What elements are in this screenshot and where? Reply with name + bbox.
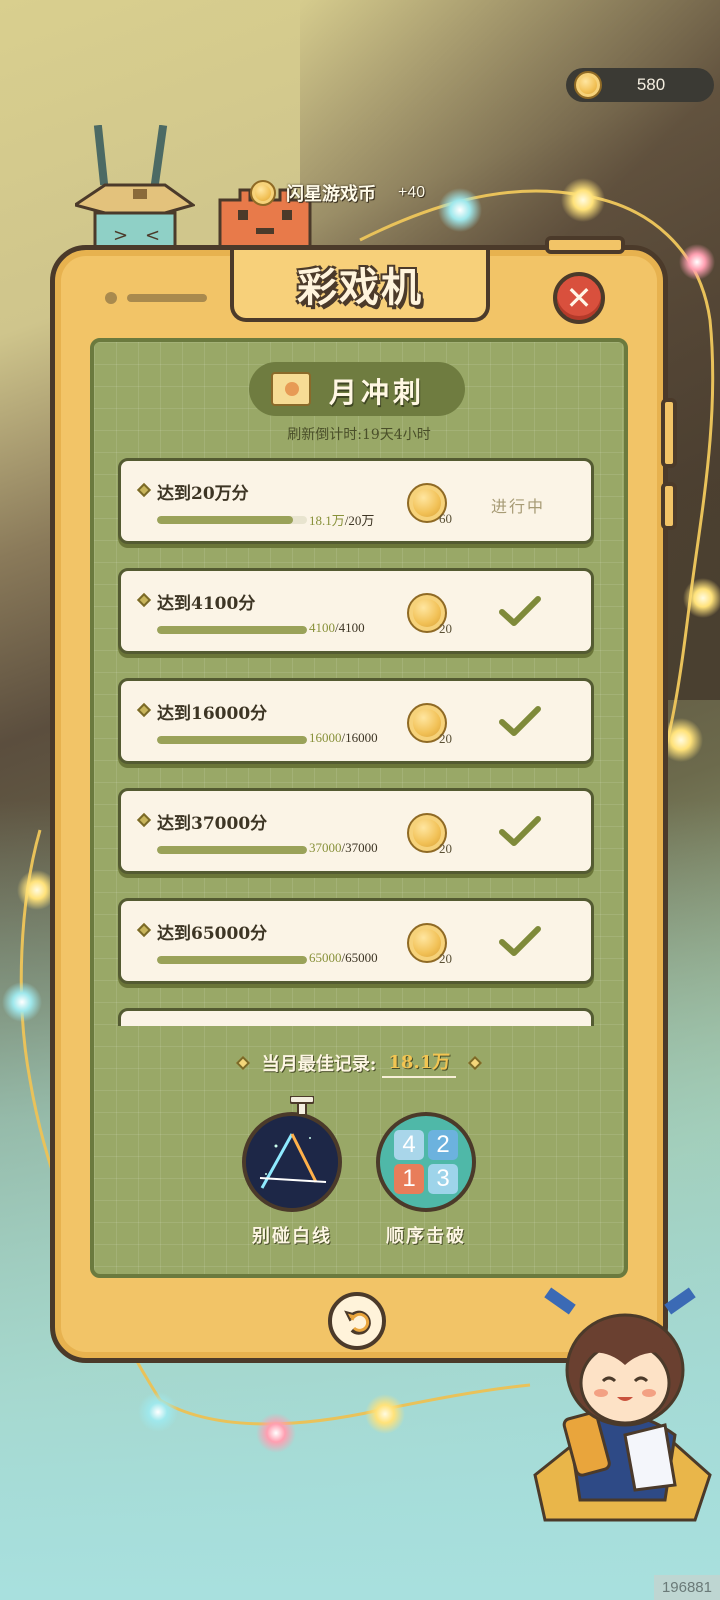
refresh-countdown: 刷新倒计时:19天4小时 [287,427,431,443]
grid-tile: 2 [428,1130,458,1160]
task-progress-bar [157,736,307,744]
girl-character [533,1287,712,1522]
task-card: 达到4100分 4100/4100 20 [118,568,594,654]
task-progress-total: /16000 [341,730,378,745]
task-progress-bar [157,846,307,854]
task-goal: 达到20万分 [157,484,249,504]
watermark-id: 196881 [653,1575,720,1600]
task-progress-total: /20万 [344,513,375,528]
coin-icon [574,71,602,99]
back-arrow-icon [344,1310,371,1335]
svg-text:>: > [113,225,128,246]
task-progress-current: 18.1万 [309,513,345,528]
diamond-icon [136,922,152,938]
task-status: 进行中 [491,497,546,516]
task-progress-text: 16000/16000 [309,730,378,746]
phone-side-button [545,236,625,254]
task-card: 达到20万分 18.1万/20万 60 进行中 [118,458,594,544]
task-card-partial [118,1008,594,1026]
task-progress-bar [157,516,307,524]
reward-popup: 闪星游戏币 +40 [250,178,425,208]
phone-side-button [661,482,677,530]
task-card: 达到16000分 16000/16000 20 [118,678,594,764]
check-icon [499,596,541,626]
grid-tile: 3 [428,1164,458,1194]
task-progress-bar [157,956,307,964]
diamond-icon [235,1055,250,1071]
game-name: 顺序击破 [386,1226,466,1247]
diamond-icon [136,592,152,608]
task-progress-total: /4100 [335,620,365,635]
stopwatch-crown-icon [290,1096,314,1116]
panel-title: 彩戏机 [297,264,423,311]
task-progress-bar [157,626,307,634]
stopwatch-lines-icon [242,1096,342,1212]
scroll-icon [271,372,311,406]
task-progress-current: 37000 [309,840,342,855]
task-progress-fill [157,736,307,744]
challenge-board: 月冲刺 刷新倒计时:19天4小时 达到20万分 18.1万/20万 60 进行中… [90,338,628,1278]
task-progress-text: 4100/4100 [309,620,365,636]
game-dont-touch-lines[interactable]: 别碰白线 [237,1096,347,1248]
diamond-icon [136,812,152,828]
task-list[interactable]: 达到20万分 18.1万/20万 60 进行中 达到4100分 4100/410… [118,458,594,1026]
close-icon: ✕ [565,279,593,317]
close-button[interactable]: ✕ [553,272,605,324]
task-card: 达到65000分 65000/65000 20 [118,898,594,984]
task-goal: 达到65000分 [157,924,268,944]
task-progress-text: 37000/37000 [309,840,378,856]
diamond-icon [136,482,152,498]
task-reward-amount: 20 [439,951,452,966]
task-progress-current: 16000 [309,730,342,745]
task-progress-total: /37000 [341,840,378,855]
reward-currency-name: 闪星游戏币 [286,184,376,205]
task-goal: 达到4100分 [157,594,256,614]
reward-amount: +40 [398,184,426,201]
phone-speaker-slot [127,294,207,302]
task-reward-amount: 60 [439,511,452,526]
task-progress-fill [157,516,293,524]
svg-text:<: < [145,225,160,246]
best-record: 当月最佳记录: 18.1万 [94,1048,624,1078]
task-reward-amount: 20 [439,841,452,856]
task-progress-fill [157,956,307,964]
grid-tile: 1 [394,1164,424,1194]
task-goal: 达到16000分 [157,704,268,724]
robot-character: > < [75,125,195,263]
best-record-label: 当月最佳记录: [261,1054,377,1075]
task-goal: 达到37000分 [157,814,268,834]
game-name: 别碰白线 [252,1226,332,1247]
section-title: 月冲刺 [329,376,426,409]
diamond-icon [468,1055,483,1071]
task-reward-amount: 20 [439,621,452,636]
grid-tile: 4 [394,1130,424,1160]
task-reward-amount: 20 [439,731,452,746]
currency-pill: 580 [566,68,714,102]
task-progress-fill [157,846,307,854]
back-button[interactable] [328,1292,386,1350]
game-order-break[interactable]: 4 2 1 3 顺序击破 [371,1112,481,1248]
task-progress-current: 4100 [309,620,335,635]
check-icon [499,926,541,956]
task-progress-text: 18.1万/20万 [309,510,374,529]
task-progress-fill [157,626,307,634]
number-grid-icon: 4 2 1 3 [376,1112,476,1212]
check-icon [499,706,541,736]
best-record-value: 18.1万 [382,1048,457,1078]
diamond-icon [136,702,152,718]
task-card: 达到37000分 37000/37000 20 [118,788,594,874]
section-tag: 月冲刺 [249,362,465,416]
task-progress-current: 65000 [309,950,342,965]
currency-balance: 580 [636,75,666,94]
phone-camera-dot [105,292,117,304]
phone-side-button [661,398,677,468]
game-machine-panel: 彩戏机 ✕ 月冲刺 刷新倒计时:19天4小时 达到20万分 18.1万/20万 … [50,236,677,1363]
check-icon [499,816,541,846]
task-progress-total: /65000 [341,950,378,965]
coin-icon [250,180,276,206]
panel-title-banner: 彩戏机 [230,250,490,322]
task-progress-text: 65000/65000 [309,950,378,966]
